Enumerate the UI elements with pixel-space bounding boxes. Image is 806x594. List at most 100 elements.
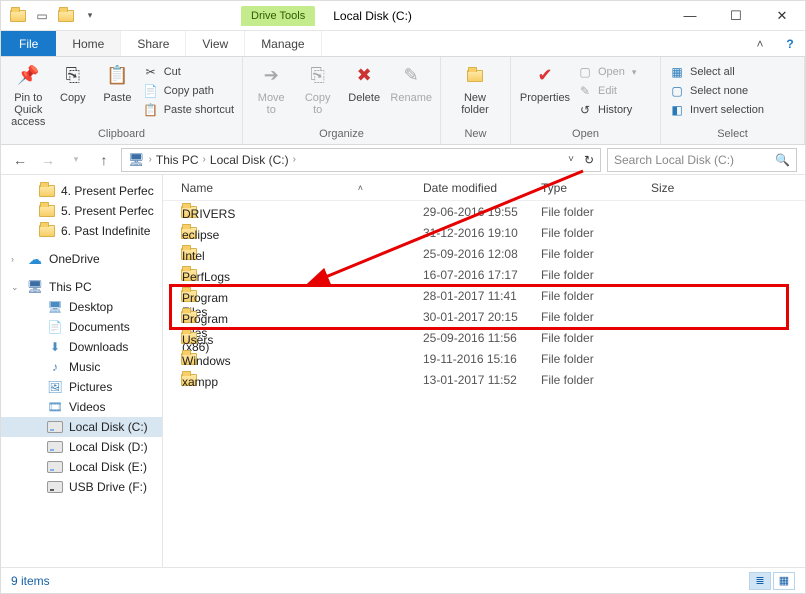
pc-icon: 🖥 <box>128 152 145 168</box>
column-size[interactable]: Size <box>651 181 805 195</box>
invert-selection-button[interactable]: ◧Invert selection <box>669 102 764 118</box>
search-input[interactable]: Search Local Disk (C:) 🔍 <box>607 148 797 172</box>
refresh-icon[interactable]: ↻ <box>584 153 594 167</box>
help-icon[interactable]: ? <box>775 31 805 56</box>
nav-forward-button[interactable]: → <box>37 149 59 171</box>
documents-icon: 📄 <box>47 320 63 334</box>
column-type[interactable]: Type <box>541 181 651 195</box>
select-all-button[interactable]: ▦Select all <box>669 64 764 80</box>
open-icon: ▢ <box>577 64 593 80</box>
nav-quick-item[interactable]: 4. Present Perfec <box>1 181 162 201</box>
rename-button[interactable]: ✎Rename <box>390 61 432 104</box>
nav-recent-button[interactable]: ▾ <box>65 149 87 171</box>
file-row[interactable]: xampp13-01-2017 11:52File folder <box>163 369 805 390</box>
qat-properties-icon[interactable]: ▭ <box>31 5 53 27</box>
edit-button[interactable]: ✎Edit <box>577 83 636 99</box>
nav-pc-item[interactable]: Local Disk (D:) <box>1 437 162 457</box>
navigation-pane[interactable]: 4. Present Perfec5. Present Perfec6. Pas… <box>1 175 163 567</box>
paste-icon: 📋 <box>103 63 131 89</box>
new-folder-icon <box>461 63 489 89</box>
music-icon: ♪ <box>47 360 63 374</box>
column-date[interactable]: Date modified <box>423 181 541 195</box>
column-name[interactable]: Name˄ <box>163 181 423 195</box>
videos-icon: 🎞 <box>47 400 63 414</box>
invert-icon: ◧ <box>669 102 685 118</box>
file-row[interactable]: DRIVERS29-06-2016 19:55File folder <box>163 201 805 222</box>
folder-icon: DRIVERS <box>181 205 197 219</box>
sort-indicator-icon: ˄ <box>358 183 363 193</box>
nav-quick-item[interactable]: 5. Present Perfec <box>1 201 162 221</box>
disk-icon <box>47 480 63 494</box>
rename-icon: ✎ <box>397 63 425 89</box>
nav-onedrive[interactable]: ›☁OneDrive <box>1 249 162 269</box>
paste-shortcut-button[interactable]: 📋Paste shortcut <box>143 102 234 118</box>
delete-button[interactable]: ✖Delete <box>344 61 384 104</box>
nav-back-button[interactable]: ← <box>9 149 31 171</box>
close-button[interactable]: ✕ <box>759 1 805 31</box>
nav-up-button[interactable]: ↑ <box>93 149 115 171</box>
properties-icon: ✔ <box>531 63 559 89</box>
nav-pc-item[interactable]: 🖼Pictures <box>1 377 162 397</box>
file-row[interactable]: PerfLogs16-07-2016 17:17File folder <box>163 264 805 285</box>
folder-icon <box>39 184 55 198</box>
nav-pc-item[interactable]: ♪Music <box>1 357 162 377</box>
properties-button[interactable]: ✔Properties <box>519 61 571 104</box>
minimize-button[interactable]: — <box>667 1 713 31</box>
folder-icon: Program Files <box>181 289 197 303</box>
view-thumbnails-button[interactable]: ▦ <box>773 572 795 590</box>
nav-pc-item[interactable]: ⬇Downloads <box>1 337 162 357</box>
file-row[interactable]: Intel25-09-2016 12:08File folder <box>163 243 805 264</box>
tab-home[interactable]: Home <box>56 31 121 56</box>
file-row[interactable]: Program Files (x86)30-01-2017 20:15File … <box>163 306 805 327</box>
tab-share[interactable]: Share <box>121 31 186 56</box>
tab-manage[interactable]: Manage <box>245 31 321 56</box>
breadcrumb-drive[interactable]: Local Disk (C:) <box>210 153 289 167</box>
file-row[interactable]: Windows19-11-2016 15:16File folder <box>163 348 805 369</box>
disk-icon <box>47 420 63 434</box>
folder-icon: eclipse <box>181 226 197 240</box>
nav-pc-item[interactable]: USB Drive (F:) <box>1 477 162 497</box>
address-dropdown-icon[interactable]: ˅ <box>568 154 574 165</box>
folder-icon: PerfLogs <box>181 268 197 282</box>
qat-newfolder-icon[interactable] <box>55 5 77 27</box>
view-details-button[interactable]: ≣ <box>749 572 771 590</box>
folder-icon: Windows <box>181 352 197 366</box>
pin-quick-access-button[interactable]: 📌 Pin to Quick access <box>9 61 48 128</box>
history-button[interactable]: ↺History <box>577 102 636 118</box>
nav-this-pc[interactable]: ⌄🖥This PC <box>1 277 162 297</box>
breadcrumb[interactable]: 🖥 › This PC › Local Disk (C:) › ˅ ↻ <box>121 148 601 172</box>
ribbon-collapse-icon[interactable]: ˄ <box>745 31 775 56</box>
copy-to-button[interactable]: ⎘Copy to <box>297 61 337 116</box>
copy-button[interactable]: ⎘ Copy <box>54 61 93 104</box>
move-to-button[interactable]: ➔Move to <box>251 61 291 116</box>
nav-pc-item[interactable]: 🖥Desktop <box>1 297 162 317</box>
folder-icon: Users <box>181 331 197 345</box>
copy-path-button[interactable]: 📄Copy path <box>143 83 234 99</box>
tab-file[interactable]: File <box>1 31 56 56</box>
open-button[interactable]: ▢Open▾ <box>577 64 636 80</box>
folder-icon: Program Files (x86) <box>181 310 197 324</box>
select-none-button[interactable]: ▢Select none <box>669 83 764 99</box>
pin-icon: 📌 <box>14 63 42 89</box>
nav-pc-item[interactable]: Local Disk (C:) <box>1 417 162 437</box>
ribbon-group-new: New <box>449 128 502 142</box>
file-row[interactable]: Program Files28-01-2017 11:41File folder <box>163 285 805 306</box>
maximize-button[interactable]: ☐ <box>713 1 759 31</box>
paste-button[interactable]: 📋 Paste <box>98 61 137 104</box>
move-icon: ➔ <box>257 63 285 89</box>
file-list[interactable]: Name˄ Date modified Type Size DRIVERS29-… <box>163 175 805 567</box>
nav-pc-item[interactable]: 📄Documents <box>1 317 162 337</box>
file-row[interactable]: Users25-09-2016 11:56File folder <box>163 327 805 348</box>
qat-customize-icon[interactable]: ▾ <box>79 5 101 27</box>
new-folder-button[interactable]: New folder <box>449 61 501 116</box>
tab-view[interactable]: View <box>186 31 245 56</box>
nav-pc-item[interactable]: 🎞Videos <box>1 397 162 417</box>
app-icon <box>7 5 29 27</box>
select-all-icon: ▦ <box>669 64 685 80</box>
breadcrumb-this-pc[interactable]: This PC <box>156 153 199 167</box>
file-row[interactable]: eclipse31-12-2016 19:10File folder <box>163 222 805 243</box>
cut-button[interactable]: ✂Cut <box>143 64 234 80</box>
nav-quick-item[interactable]: 6. Past Indefinite <box>1 221 162 241</box>
nav-pc-item[interactable]: Local Disk (E:) <box>1 457 162 477</box>
disk-icon <box>47 460 63 474</box>
